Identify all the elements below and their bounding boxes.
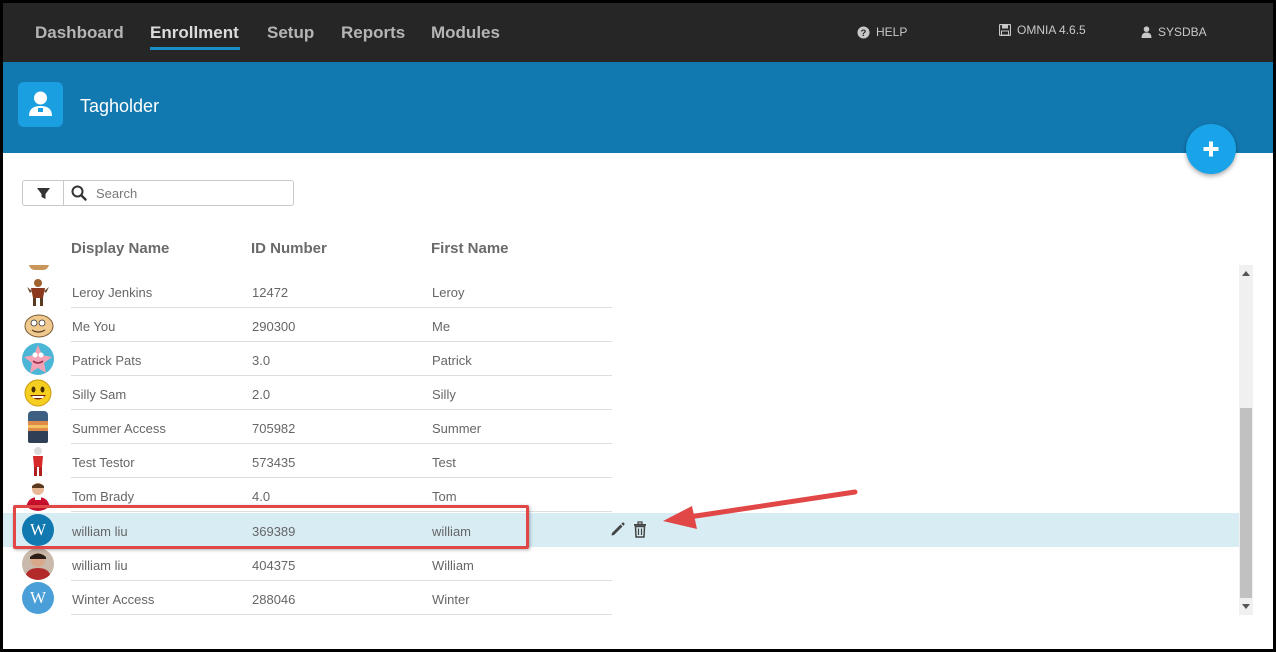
cell-id-number: 288046: [252, 592, 296, 607]
cell-first-name: William: [432, 558, 474, 573]
cell-display-name: Me You: [72, 319, 116, 334]
edit-pencil-icon[interactable]: [609, 521, 626, 538]
nav-reports[interactable]: Reports: [341, 23, 405, 43]
column-header-display-name[interactable]: Display Name: [71, 240, 169, 257]
cell-display-name: Tom Brady: [72, 489, 135, 504]
cell-first-name: Tom: [432, 489, 457, 504]
filter-icon: [37, 188, 50, 199]
svg-text:?: ?: [861, 27, 867, 37]
app-window: Dashboard Enrollment Setup Reports Modul…: [3, 3, 1273, 649]
plus-icon: [1203, 141, 1219, 157]
page-title: Tagholder: [80, 96, 160, 116]
avatar: [22, 445, 54, 477]
column-header-id-number[interactable]: ID Number: [251, 240, 327, 257]
table-row[interactable]: W Winter Access 288046 Winter: [3, 581, 1239, 615]
table-row[interactable]: william liu 404375 William: [3, 547, 1239, 581]
cell-id-number: 404375: [252, 558, 296, 573]
cell-first-name: Silly: [432, 387, 456, 402]
version-info: OMNIA 4.6.5: [999, 23, 1086, 37]
scroll-thumb[interactable]: [1240, 408, 1252, 598]
cell-id-number: 573435: [252, 455, 296, 470]
cell-display-name: Winter Access: [72, 592, 155, 607]
scroll-up-arrow-icon[interactable]: [1242, 271, 1250, 276]
nav-dashboard[interactable]: Dashboard: [35, 23, 124, 43]
avatar: [22, 377, 54, 409]
scroll-down-arrow-icon[interactable]: [1242, 604, 1250, 609]
user-icon: [1141, 26, 1152, 38]
list-scrollbar[interactable]: [1239, 265, 1253, 615]
tagholder-icon: [18, 82, 63, 127]
table-row[interactable]: Leroy Jenkins 12472 Leroy: [3, 274, 1239, 308]
page-header: Tagholder: [3, 62, 1273, 153]
help-label: HELP: [876, 25, 908, 39]
cell-display-name: Silly Sam: [72, 387, 127, 402]
avatar: [22, 275, 54, 307]
nav-modules[interactable]: Modules: [431, 23, 500, 43]
cell-id-number: 3.0: [252, 353, 271, 368]
cell-id-number: 2.0: [252, 387, 271, 402]
user-menu[interactable]: SYSDBA: [1141, 25, 1207, 39]
delete-trash-icon[interactable]: [632, 521, 648, 538]
table-row[interactable]: Silly Sam 2.0 Silly: [3, 376, 1239, 410]
cell-id-number: 12472: [252, 285, 289, 300]
cell-first-name: Summer: [432, 421, 482, 436]
table-row[interactable]: Patrick Pats 3.0 Patrick: [3, 342, 1239, 376]
table-row[interactable]: Me You 290300 Me: [3, 308, 1239, 342]
help-link[interactable]: ? HELP: [857, 25, 907, 39]
floppy-disk-icon: [999, 24, 1011, 36]
avatar-letter: W: [22, 582, 54, 614]
table-row[interactable]: Test Testor 573435 Test: [3, 444, 1239, 478]
avatar-partial: [29, 265, 49, 270]
avatar: [22, 309, 54, 341]
cell-first-name: Me: [432, 319, 451, 334]
cell-display-name: Leroy Jenkins: [72, 285, 153, 300]
annotation-highlight-box: [13, 505, 529, 549]
filter-button[interactable]: [23, 181, 64, 205]
question-circle-icon: ?: [857, 25, 870, 39]
avatar: [22, 343, 54, 375]
search-bar: [22, 180, 294, 206]
nav-active-indicator: [150, 47, 240, 50]
avatar: [22, 411, 54, 443]
cell-id-number: 290300: [252, 319, 296, 334]
nav-setup[interactable]: Setup: [267, 23, 314, 43]
row-actions: [609, 521, 648, 538]
search-icon: [71, 185, 87, 201]
cell-display-name: Test Testor: [72, 455, 135, 470]
cell-display-name: Summer Access: [72, 421, 166, 436]
tagholder-list: Leroy Jenkins 12472 Leroy Me You 290300 …: [3, 265, 1239, 615]
top-nav: Dashboard Enrollment Setup Reports Modul…: [3, 3, 1273, 62]
version-label: OMNIA 4.6.5: [1017, 23, 1086, 37]
cell-id-number: 4.0: [252, 489, 271, 504]
nav-enrollment[interactable]: Enrollment: [150, 23, 239, 43]
search-input[interactable]: [96, 184, 286, 202]
table-row[interactable]: Summer Access 705982 Summer: [3, 410, 1239, 444]
column-header-first-name[interactable]: First Name: [431, 240, 509, 257]
cell-first-name: Test: [432, 455, 456, 470]
row-divider: [71, 614, 612, 615]
cell-display-name: william liu: [72, 558, 128, 573]
avatar: [22, 548, 54, 580]
cell-first-name: Winter: [432, 592, 470, 607]
cell-first-name: Leroy: [432, 285, 465, 300]
cell-display-name: Patrick Pats: [72, 353, 142, 368]
add-tagholder-button[interactable]: [1186, 124, 1236, 174]
cell-id-number: 705982: [252, 421, 296, 436]
user-label: SYSDBA: [1158, 25, 1207, 39]
cell-first-name: Patrick: [432, 353, 472, 368]
